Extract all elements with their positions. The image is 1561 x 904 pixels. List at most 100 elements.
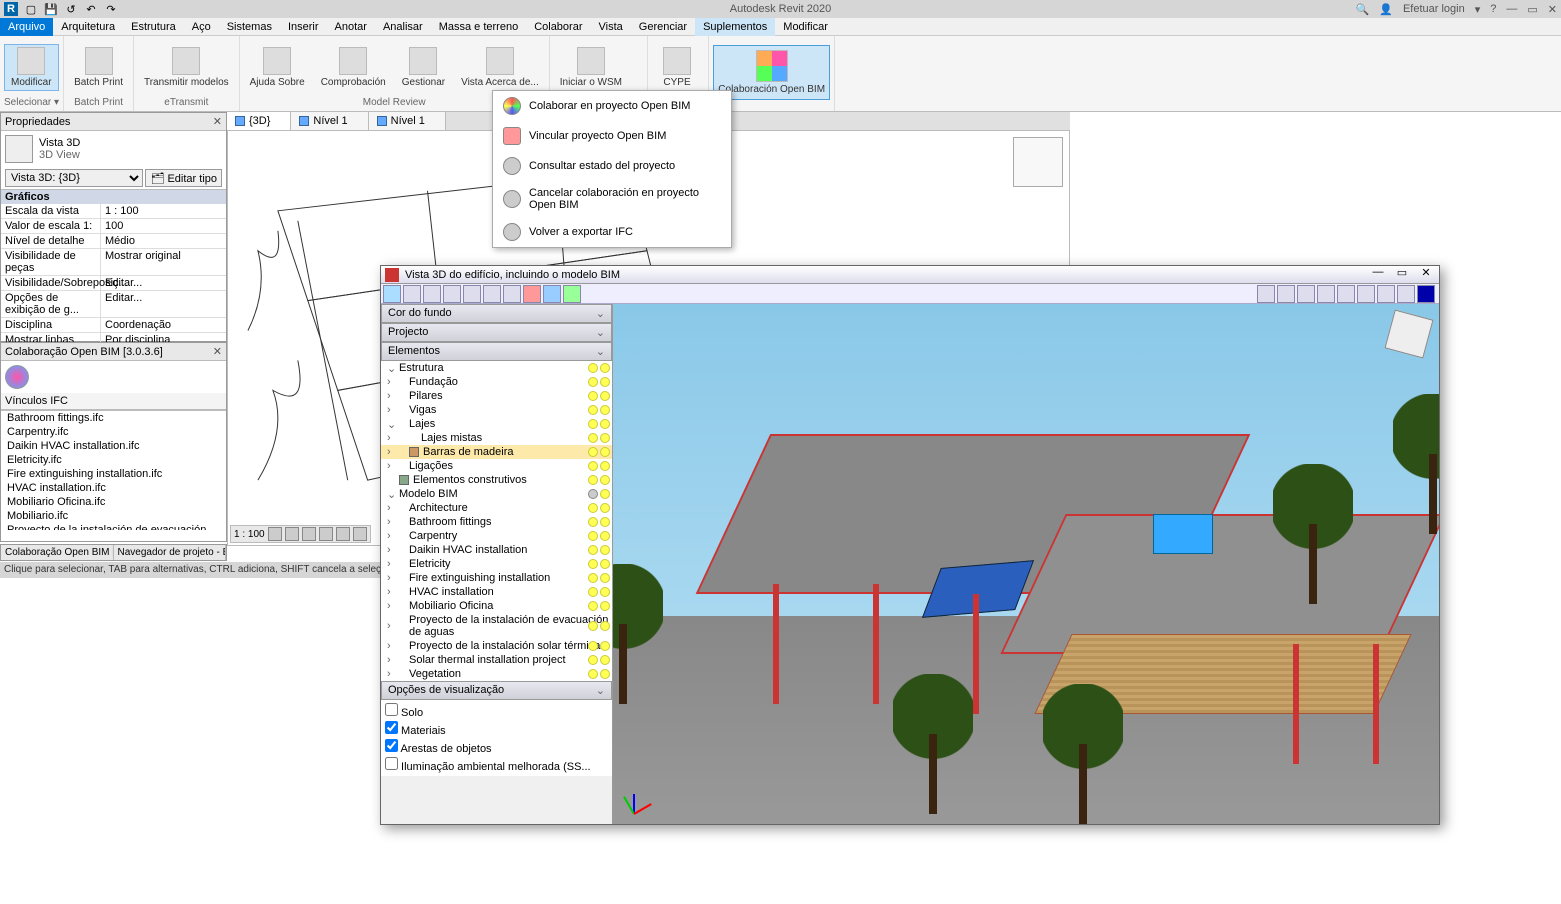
section-view-options[interactable]: Opções de visualização⌄	[381, 681, 612, 700]
prop-row[interactable]: DisciplinaCoordenação	[1, 318, 226, 333]
menu-vista[interactable]: Vista	[591, 18, 631, 36]
home-icon[interactable]	[1257, 285, 1275, 303]
redo-icon[interactable]: ↷	[104, 2, 118, 16]
maximize-icon[interactable]: ▭	[1527, 3, 1537, 16]
viewcube[interactable]	[1385, 310, 1434, 359]
login-label[interactable]: Efetuar login	[1403, 3, 1465, 15]
ribbon-cype[interactable]: CYPE	[652, 45, 702, 90]
menu-analisar[interactable]: Analisar	[375, 18, 431, 36]
ifc-link-item[interactable]: Daikin HVAC installation.ifc	[1, 439, 226, 453]
red-icon[interactable]	[523, 285, 541, 303]
crop-region-icon[interactable]	[353, 527, 367, 541]
view-option[interactable]: Iluminação ambiental melhorada (SS...	[385, 756, 608, 774]
pan-icon[interactable]	[1337, 285, 1355, 303]
tree-node[interactable]: ›Barras de madeira	[381, 445, 612, 459]
close-icon[interactable]: ✕	[1548, 3, 1557, 16]
prop-row[interactable]: Nível de detalheMédio	[1, 234, 226, 249]
menu-gerenciar[interactable]: Gerenciar	[631, 18, 695, 36]
ribbon-modificar[interactable]: Modificar	[4, 44, 59, 91]
ribbon-batch-print[interactable]: Batch Print	[68, 45, 129, 90]
section-elements[interactable]: Elementos⌄	[381, 342, 612, 361]
tree-node[interactable]: ›Carpentry	[381, 529, 612, 543]
zoom-icon[interactable]	[1317, 285, 1335, 303]
tree-node[interactable]: ›Proyecto de la instalación solar térmic…	[381, 639, 612, 653]
ribbon-gestionar[interactable]: Gestionar	[396, 45, 451, 90]
dropdown-item[interactable]: Vincular proyecto Open BIM	[493, 121, 731, 151]
dropdown-item[interactable]: Colaborar en proyecto Open BIM	[493, 91, 731, 121]
prop-row[interactable]: Visibilidade/Sobreposiç...Editar...	[1, 276, 226, 291]
measure-icon[interactable]	[463, 285, 481, 303]
tree-node[interactable]: ›Fire extinguishing installation	[381, 571, 612, 585]
tree-node[interactable]: ›Elementos construtivos	[381, 473, 612, 487]
ifc-link-item[interactable]: Mobiliario Oficina.ifc	[1, 495, 226, 509]
tree-node[interactable]: ›Vigas	[381, 403, 612, 417]
menu-modificar[interactable]: Modificar	[775, 18, 836, 36]
section-project[interactable]: Projecto⌄	[381, 323, 612, 342]
crop-icon[interactable]	[336, 527, 350, 541]
3d-viewport[interactable]	[613, 304, 1439, 824]
open-icon[interactable]: ▢	[24, 2, 38, 16]
close-icon[interactable]: ✕	[213, 345, 222, 358]
dropdown-item[interactable]: Cancelar colaboración en proyecto Open B…	[493, 181, 731, 217]
tree-node[interactable]: ⌄Estrutura	[381, 361, 612, 375]
edit-type-button[interactable]: 🗂 Editar tipo	[145, 169, 222, 187]
maximize-icon[interactable]: ▭	[1391, 266, 1413, 282]
prop-row[interactable]: Visibilidade de peçasMostrar original	[1, 249, 226, 276]
layers-icon[interactable]	[423, 285, 441, 303]
ribbon-comprobaci-n[interactable]: Comprobación	[315, 45, 392, 90]
minimize-icon[interactable]: —	[1506, 3, 1517, 15]
detail-icon[interactable]	[268, 527, 282, 541]
blue-icon[interactable]	[543, 285, 561, 303]
tree-node[interactable]: ›Solar thermal installation project	[381, 653, 612, 667]
ifc-link-item[interactable]: Proyecto de la instalación de evacuación…	[1, 523, 226, 530]
view-option[interactable]: Materiais	[385, 720, 608, 738]
print-icon[interactable]	[1357, 285, 1375, 303]
undo-icon[interactable]: ↶	[84, 2, 98, 16]
ifc-link-item[interactable]: HVAC installation.ifc	[1, 481, 226, 495]
tree-node[interactable]: ›Mobiliario Oficina	[381, 599, 612, 613]
section-icon[interactable]	[503, 285, 521, 303]
view-option[interactable]: Arestas de objetos	[385, 738, 608, 756]
scale-label[interactable]: 1 : 100	[234, 529, 265, 540]
tree-node[interactable]: ›Ligações	[381, 459, 612, 473]
shadow-icon[interactable]	[319, 527, 333, 541]
tree-node[interactable]: ›Architecture	[381, 501, 612, 515]
info-icon[interactable]	[403, 285, 421, 303]
ribbon-ajuda-sobre[interactable]: Ajuda Sobre	[244, 45, 311, 90]
dropdown-item[interactable]: Consultar estado del proyecto	[493, 151, 731, 181]
menu-anotar[interactable]: Anotar	[327, 18, 375, 36]
menu-aço[interactable]: Aço	[184, 18, 219, 36]
close-icon[interactable]: ✕	[213, 115, 222, 128]
tree-node[interactable]: ›Lajes mistas	[381, 431, 612, 445]
tree-node[interactable]: ›Daikin HVAC installation	[381, 543, 612, 557]
prop-row[interactable]: Escala da vista1 : 100	[1, 204, 226, 219]
ifc-link-item[interactable]: Carpentry.ifc	[1, 425, 226, 439]
menu-arquitetura[interactable]: Arquitetura	[53, 18, 123, 36]
settings-icon[interactable]	[1397, 285, 1415, 303]
menu-sistemas[interactable]: Sistemas	[219, 18, 280, 36]
openbim-logo-icon[interactable]	[5, 365, 29, 389]
save-icon[interactable]: 💾	[44, 2, 58, 16]
menu-estrutura[interactable]: Estrutura	[123, 18, 184, 36]
tree-node[interactable]: ›Bathroom fittings	[381, 515, 612, 529]
snapshot-icon[interactable]	[1377, 285, 1395, 303]
window-icon[interactable]	[443, 285, 461, 303]
help-icon[interactable]	[1417, 285, 1435, 303]
tree-node[interactable]: ›HVAC installation	[381, 585, 612, 599]
viewcube[interactable]	[1013, 137, 1063, 187]
ifc-link-item[interactable]: Bathroom fittings.ifc	[1, 411, 226, 425]
eye-icon[interactable]	[483, 285, 501, 303]
sync-icon[interactable]: ↺	[64, 2, 78, 16]
tree-node[interactable]: ›Proyecto de la instalación de evacuació…	[381, 613, 612, 639]
view-tab[interactable]: Nível 1	[291, 112, 368, 130]
section-background[interactable]: Cor do fundo⌄	[381, 304, 612, 323]
menu-colaborar[interactable]: Colaborar	[526, 18, 590, 36]
menu-massa e terreno[interactable]: Massa e terreno	[431, 18, 526, 36]
ribbon-vista-acerca-de-[interactable]: Vista Acerca de...	[455, 45, 545, 90]
prop-row[interactable]: Opções de exibição de g...Editar...	[1, 291, 226, 318]
close-icon[interactable]: ✕	[1415, 266, 1437, 282]
help-icon[interactable]: ?	[1490, 3, 1496, 15]
search-icon[interactable]: 🔍	[1356, 3, 1370, 16]
view-tab[interactable]: {3D}	[227, 112, 291, 130]
tree-node[interactable]: ⌄Lajes	[381, 417, 612, 431]
